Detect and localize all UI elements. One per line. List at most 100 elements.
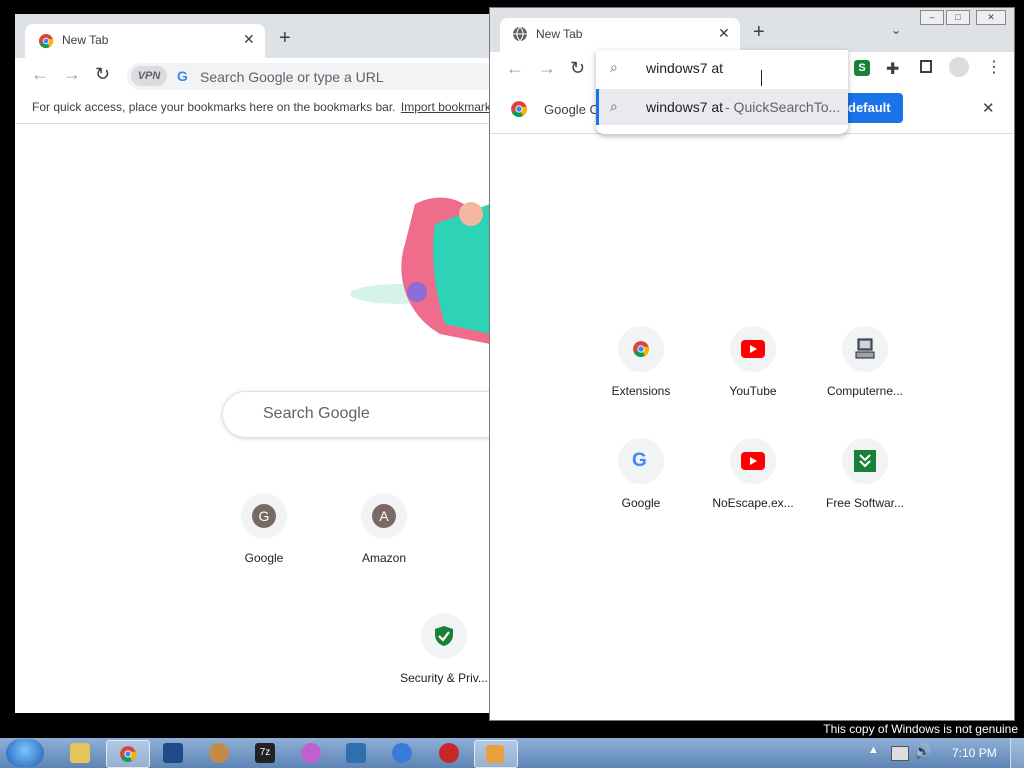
ntp-search-box[interactable]: Search Google (222, 391, 490, 438)
toolbar: ← → ↻ VPN G Search Google or type a URL (15, 58, 490, 94)
shortcut-circle (842, 438, 888, 484)
reload-icon[interactable]: ↻ (570, 58, 585, 79)
shortcut-circle: G (241, 493, 287, 539)
clock[interactable]: 7:10 PM (952, 746, 997, 760)
search-icon: ⌕ (610, 98, 618, 114)
youtube-icon (741, 452, 765, 470)
divider (15, 123, 490, 124)
tab-strip: New Tab ✕ + (15, 14, 490, 58)
shortcut-computerne[interactable]: Computerne... (815, 326, 915, 398)
computer-icon (855, 338, 875, 359)
shield-check-icon (435, 626, 453, 646)
left-browser-window: New Tab ✕ + ← → ↻ VPN G Search Google or… (15, 14, 490, 713)
shortcut-security[interactable]: Security & Priv... (394, 613, 490, 685)
tab-title: New Tab (62, 33, 109, 47)
shortcut-circle (730, 326, 776, 372)
omnibox-placeholder: Search Google or type a URL (200, 69, 384, 85)
shortcut-amazon[interactable]: A Amazon (334, 493, 434, 565)
letter-icon: A (372, 504, 396, 528)
reload-icon[interactable]: ↻ (95, 64, 110, 85)
shortcut-label: NoEscape.ex... (712, 496, 794, 510)
theme-illustration (350, 197, 490, 344)
shortcut-circle: G (618, 438, 664, 484)
tab-title: New Tab (536, 27, 583, 41)
shield-icon[interactable] (346, 743, 366, 763)
genuine-notice: This copy of Windows is not genuine (823, 722, 1018, 736)
shortcut-label: Computerne... (826, 384, 904, 398)
shortcut-label: Google (621, 496, 661, 510)
globe-icon (513, 26, 527, 42)
start-button[interactable] (6, 739, 44, 767)
chevron-down-icon[interactable]: ⌄ (891, 23, 901, 37)
infobar-text: Google C (544, 102, 599, 117)
import-bookmarks-link[interactable]: Import bookmark (401, 100, 490, 114)
youtube-icon (741, 340, 765, 358)
omnibox[interactable]: VPN G Search Google or type a URL (127, 63, 490, 90)
puzzle-icon[interactable]: ✚ (886, 59, 899, 79)
shortcut-circle: A (361, 493, 407, 539)
app-icon[interactable] (301, 743, 321, 763)
blocked-icon[interactable] (439, 743, 459, 763)
tab-new-tab[interactable]: New Tab ✕ (25, 24, 265, 58)
vpn-badge[interactable]: VPN (131, 66, 167, 86)
forward-icon[interactable]: → (63, 64, 81, 85)
chrome-icon (511, 101, 528, 117)
download-icon (854, 450, 876, 472)
maximize-button[interactable]: □ (946, 10, 970, 25)
omnibox-input[interactable]: windows7 at (646, 60, 723, 76)
taskbar-chrome-button[interactable] (106, 740, 150, 768)
back-icon[interactable]: ← (506, 58, 524, 79)
taskbar: 7z ▲ 🔊 7:10 PM (0, 738, 1024, 768)
letter-icon: G (252, 504, 276, 528)
shortcut-extensions[interactable]: Extensions (591, 326, 691, 398)
side-panel-icon[interactable] (920, 60, 932, 73)
new-tab-button[interactable]: + (279, 27, 291, 50)
tab-new-tab[interactable]: New Tab ✕ (500, 18, 740, 52)
ntp-search-placeholder: Search Google (263, 405, 370, 422)
network-icon[interactable] (891, 746, 909, 761)
close-icon[interactable]: ✕ (718, 25, 730, 42)
new-tab-button[interactable]: + (753, 21, 765, 44)
menu-icon[interactable]: ⋮ (986, 57, 1002, 77)
chrome-icon (633, 341, 650, 357)
shortcut-youtube[interactable]: YouTube (703, 326, 803, 398)
7zip-icon[interactable]: 7z (255, 743, 275, 763)
shortcut-google[interactable]: G Google (591, 438, 691, 510)
back-icon[interactable]: ← (31, 64, 49, 85)
shortcut-label: Free Softwar... (825, 496, 905, 510)
shortcut-label: Security & Priv... (400, 671, 488, 685)
shortcut-circle (618, 326, 664, 372)
bookmarks-bar: For quick access, place your bookmarks h… (32, 100, 490, 114)
text-cursor (761, 70, 762, 86)
suggestion-query: windows7 at (646, 99, 724, 115)
shortcut-circle (730, 438, 776, 484)
globe-icon[interactable] (392, 743, 412, 763)
suggestion-row[interactable]: ⌕ windows7 at - QuickSearchTo... (596, 89, 848, 125)
profile-avatar[interactable] (949, 57, 969, 77)
show-desktop-button[interactable] (1010, 738, 1024, 768)
shortcut-circle (421, 613, 467, 659)
shortcut-label: Amazon (361, 551, 407, 565)
shortcut-noescape[interactable]: NoEscape.ex... (703, 438, 803, 510)
google-g-icon: G (632, 450, 647, 471)
right-browser-window: New Tab ✕ + ⌄ – □ ✕ ← → ↻ S ✚ ⋮ Google C… (489, 7, 1015, 721)
volume-icon[interactable]: 🔊 (914, 743, 931, 760)
search-icon: ⌕ (610, 59, 618, 75)
paint-icon[interactable] (209, 743, 229, 763)
close-icon[interactable]: ✕ (243, 31, 255, 48)
minimize-button[interactable]: – (920, 10, 944, 25)
shortcut-free-software[interactable]: Free Softwar... (815, 438, 915, 510)
google-g-icon: G (177, 68, 188, 84)
window-close-button[interactable]: ✕ (976, 10, 1006, 25)
folder-icon[interactable] (70, 743, 90, 763)
infobar-close-icon[interactable]: ✕ (982, 99, 995, 117)
chrome-icon (120, 746, 137, 762)
shortcut-google[interactable]: G Google (214, 493, 314, 565)
tray-expand-icon[interactable]: ▲ (868, 744, 879, 756)
powershell-icon[interactable] (163, 743, 183, 763)
shortcut-label: YouTube (729, 384, 777, 398)
forward-icon[interactable]: → (538, 58, 556, 79)
shortcut-label: Google (244, 551, 284, 565)
extension-s-icon[interactable]: S (854, 60, 870, 76)
taskbar-chrome-window-button[interactable] (474, 740, 518, 768)
